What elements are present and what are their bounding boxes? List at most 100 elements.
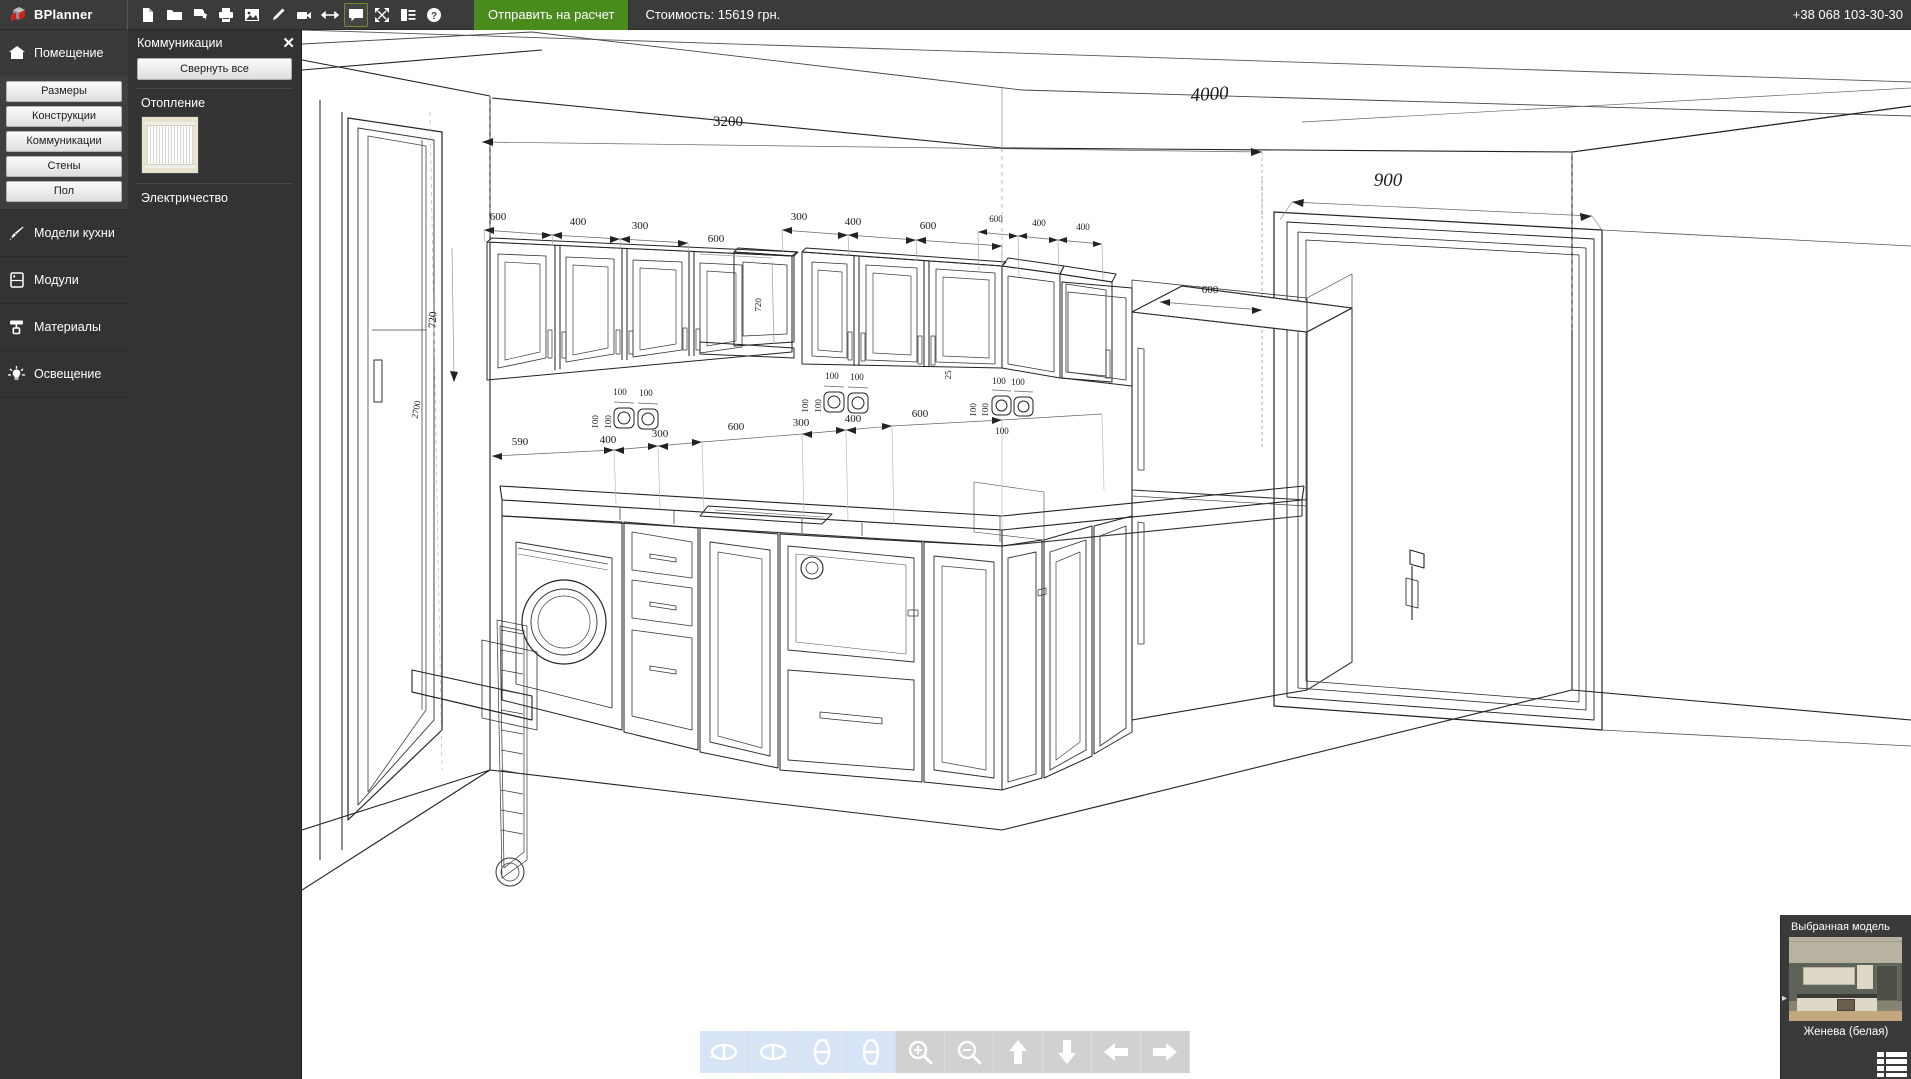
room-button-constructions[interactable]: Конструкции (6, 106, 122, 127)
dim-upper-6: 600 (920, 220, 937, 232)
app-logo[interactable]: BPlanner (0, 0, 128, 30)
print-button[interactable] (214, 3, 238, 27)
dim-socket-a1: 100 (613, 387, 627, 397)
edit-button[interactable] (266, 3, 290, 27)
fullscreen-button[interactable] (370, 3, 394, 27)
image-export-button[interactable] (240, 3, 264, 27)
rotate-right-button[interactable] (749, 1031, 798, 1073)
dim-socket-h5: 100 (968, 402, 978, 416)
new-file-button[interactable] (136, 3, 160, 27)
communications-panel: Коммуникации ✕ Свернуть все Отопление Эл… (128, 30, 302, 1079)
list-icon[interactable] (1877, 1051, 1907, 1077)
send-to-calculation-button[interactable]: Отправить на расчет (474, 0, 629, 30)
dim-upper-4: 300 (791, 211, 808, 223)
sidebar-item-label-materials: Материалы (34, 320, 101, 334)
dim-upper-5: 400 (845, 216, 862, 228)
radiator-bottom-rail (145, 164, 195, 168)
report-button[interactable] (396, 3, 420, 27)
group-title-electricity: Электричество (137, 184, 292, 211)
room-button-sizes[interactable]: Размеры (6, 81, 122, 102)
svg-text:?: ? (431, 11, 437, 22)
radiator-top-rail (145, 122, 195, 126)
communications-panel-header: Коммуникации ✕ (128, 30, 301, 56)
help-button[interactable]: ? (422, 3, 446, 27)
zoom-in-button[interactable] (896, 1031, 945, 1073)
home-icon (8, 45, 25, 62)
save-file-button[interactable] (188, 3, 212, 27)
dim-wall-height: 2700 (410, 399, 423, 419)
thumb-ceiling-line (1789, 941, 1902, 942)
sidebar-item-materials[interactable]: Материалы (0, 304, 128, 350)
dim-upper-7: 600 (989, 214, 1003, 224)
room-button-walls[interactable]: Стены (6, 156, 122, 177)
selected-model-thumbnail[interactable] (1789, 937, 1902, 1021)
app-name: BPlanner (34, 7, 93, 22)
pan-up-button[interactable] (994, 1031, 1043, 1073)
dim-socket-h4: 100 (813, 398, 823, 412)
dim-door-width: 900 (1374, 170, 1403, 191)
sidebar-item-modules[interactable]: Модули (0, 257, 128, 303)
room-button-communications[interactable]: Коммуникации (6, 131, 122, 152)
dim-socket-h2: 100 (603, 414, 613, 428)
rotate-down-button[interactable] (847, 1031, 896, 1073)
sidebar-item-kitchen-models[interactable]: Модели кухни (0, 210, 128, 256)
dim-ceiling-right: 4000 (1190, 83, 1230, 107)
brush-icon (8, 225, 25, 242)
close-icon[interactable]: ✕ (282, 36, 295, 51)
dim-socket-c2: 100 (1011, 377, 1025, 387)
sidebar-section-modules: Модули (0, 257, 128, 304)
selected-model-panel: Выбранная модель ▸ Женева (белая) (1780, 915, 1911, 1079)
pan-down-button[interactable] (1043, 1031, 1092, 1073)
dim-socket-h3: 100 (800, 398, 810, 412)
pan-left-button[interactable] (1092, 1031, 1141, 1073)
sidebar-item-room[interactable]: Помещение (0, 30, 128, 76)
group-title-heating: Отопление (137, 89, 292, 116)
open-file-button[interactable] (162, 3, 186, 27)
3d-viewport[interactable]: 3200 4000 900 600 400 300 600 300 400 60… (302, 30, 1911, 1079)
sidebar-item-label-room: Помещение (34, 46, 103, 60)
dim-upper-8: 400 (1032, 218, 1046, 228)
cabinet-icon (8, 272, 25, 289)
sidebar-section-kitchen-models: Модели кухни (0, 210, 128, 257)
room-button-floor[interactable]: Пол (6, 181, 122, 202)
zoom-out-button[interactable] (945, 1031, 994, 1073)
comment-button[interactable] (344, 3, 368, 27)
rotate-left-button[interactable] (700, 1031, 749, 1073)
dim-upper-9: 400 (1076, 222, 1090, 232)
sidebar-item-lighting[interactable]: Освещение (0, 351, 128, 397)
phone-number: +38 068 103-30-30 (1793, 0, 1911, 30)
dim-upper-3: 300 (632, 220, 649, 232)
file-tool-group: ? (128, 0, 446, 30)
kitchen-line-drawing: 3200 4000 900 600 400 300 600 300 400 60… (302, 30, 1911, 1079)
dim-lower-300: 300 (652, 428, 669, 440)
collapse-all-button[interactable]: Свернуть все (137, 58, 292, 80)
dim-socket-c3: 100 (995, 426, 1009, 436)
sidebar-item-label-modules: Модули (34, 273, 79, 287)
top-toolbar: BPlanner (0, 0, 1911, 30)
dim-socket-c1: 100 (992, 376, 1006, 386)
dim-lower-300b: 300 (793, 417, 810, 429)
thumb-floor (1789, 1011, 1902, 1021)
dim-fridge-depth: 600 (1202, 284, 1219, 296)
left-sidebar: Помещение Размеры Конструкции Коммуникац… (0, 30, 128, 1079)
cube-logo-icon (10, 6, 28, 24)
dim-hood-width: 600 (708, 233, 725, 245)
cost-label: Стоимость: 15619 грн. (629, 0, 796, 30)
dim-socket-h6: 100 (980, 402, 990, 416)
radiator-fins (147, 124, 193, 168)
dim-socket-h1: 100 (590, 414, 600, 428)
radiator-thumbnail[interactable] (141, 116, 199, 174)
dim-upper-1: 600 (490, 211, 507, 223)
dim-lower-600b: 600 (912, 408, 929, 420)
dim-upper-2: 400 (570, 216, 587, 228)
video-button[interactable] (292, 3, 316, 27)
view-control-toolbar (700, 1031, 1190, 1073)
rotate-up-button[interactable] (798, 1031, 847, 1073)
sidebar-section-materials: Материалы (0, 304, 128, 351)
communications-group-electricity: Электричество (137, 183, 292, 211)
dim-lower-600: 600 (728, 421, 745, 433)
pan-right-button[interactable] (1141, 1031, 1190, 1073)
dimensions-button[interactable] (318, 3, 342, 27)
dim-hood-height: 720 (753, 297, 763, 311)
dim-lower-400: 400 (600, 434, 617, 446)
